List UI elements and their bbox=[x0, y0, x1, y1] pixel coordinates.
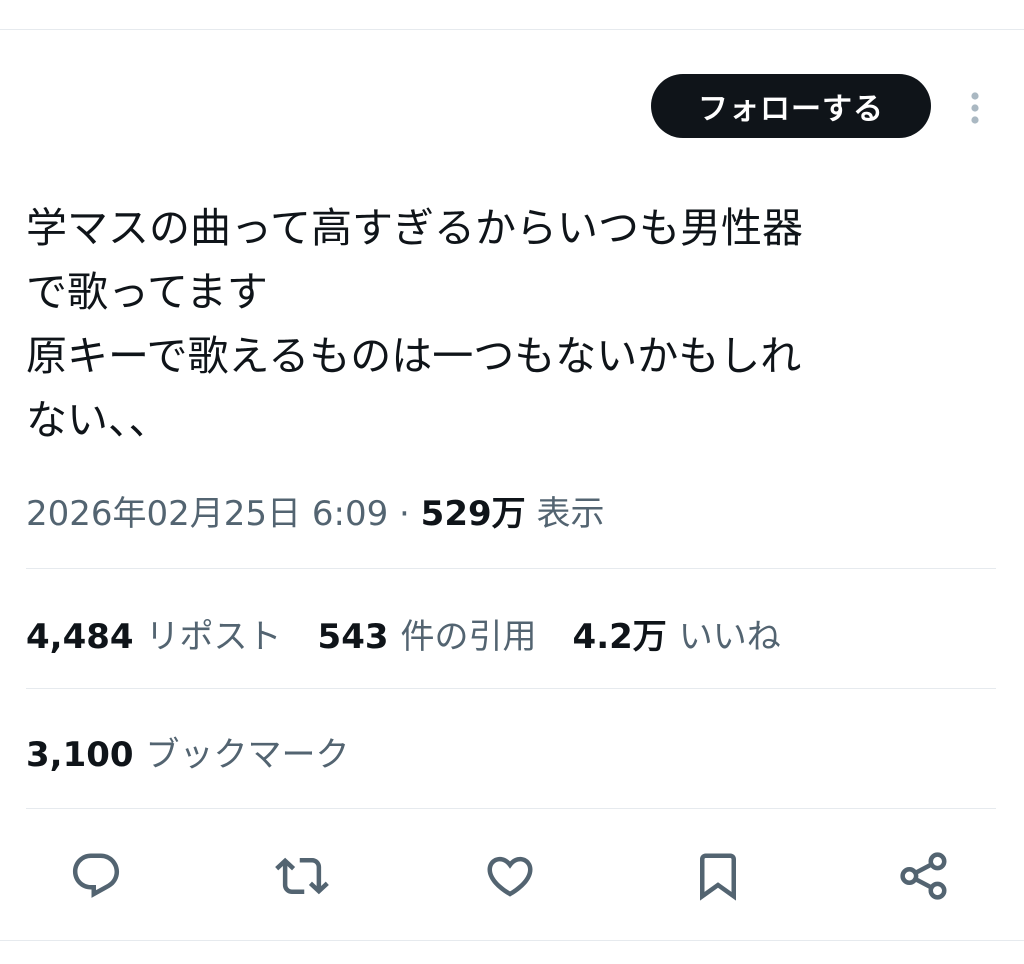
share-icon bbox=[900, 852, 947, 900]
more-vertical-icon[interactable] bbox=[960, 88, 990, 128]
repost-stat[interactable]: 4,484 リポスト bbox=[26, 609, 282, 658]
like-count: 4.2万 bbox=[572, 616, 667, 657]
repost-icon bbox=[275, 857, 329, 895]
tweet-text: 学マスの曲って高すぎるからいつも男性器 で歌ってます 原キーで歌えるものは一つも… bbox=[26, 204, 803, 444]
reply-icon bbox=[72, 853, 120, 898]
bottom-divider bbox=[0, 940, 1024, 941]
tweet-timestamp[interactable]: 2026年02月25日 6:09 bbox=[26, 494, 388, 534]
divider bbox=[26, 568, 996, 569]
like-stat[interactable]: 4.2万 いいね bbox=[573, 609, 781, 658]
top-divider bbox=[0, 29, 1024, 30]
like-button[interactable] bbox=[482, 848, 538, 904]
bookmark-label: ブックマーク bbox=[145, 734, 350, 775]
bookmark-count: 3,100 bbox=[26, 734, 134, 775]
quote-count: 543 bbox=[317, 616, 389, 657]
like-label: いいね bbox=[678, 616, 781, 657]
quote-stat[interactable]: 543 件の引用 bbox=[318, 609, 537, 658]
quote-label: 件の引用 bbox=[400, 616, 537, 657]
views-label: 表示 bbox=[536, 494, 605, 534]
divider bbox=[26, 808, 996, 809]
meta-separator: · bbox=[399, 494, 410, 534]
bookmark-button[interactable] bbox=[690, 848, 746, 904]
views-count: 529万 bbox=[420, 494, 526, 534]
bookmark-stats: 3,100 ブックマーク bbox=[26, 726, 386, 776]
reply-button[interactable] bbox=[68, 848, 124, 904]
repost-count: 4,484 bbox=[26, 616, 134, 657]
like-icon bbox=[487, 856, 533, 897]
divider bbox=[26, 688, 996, 689]
follow-button[interactable]: フォローする bbox=[651, 74, 931, 138]
share-button[interactable] bbox=[896, 848, 952, 904]
repost-label: リポスト bbox=[145, 616, 282, 657]
repost-button[interactable] bbox=[274, 848, 330, 904]
avatar[interactable] bbox=[28, 62, 88, 122]
bookmark-stat[interactable]: 3,100 ブックマーク bbox=[26, 727, 350, 776]
tweet-meta: 2026年02月25日 6:09 · 529万 表示 bbox=[26, 490, 604, 538]
bookmark-icon bbox=[700, 853, 736, 901]
engagement-stats: 4,484 リポスト 543 件の引用 4.2万 いいね bbox=[26, 608, 817, 658]
